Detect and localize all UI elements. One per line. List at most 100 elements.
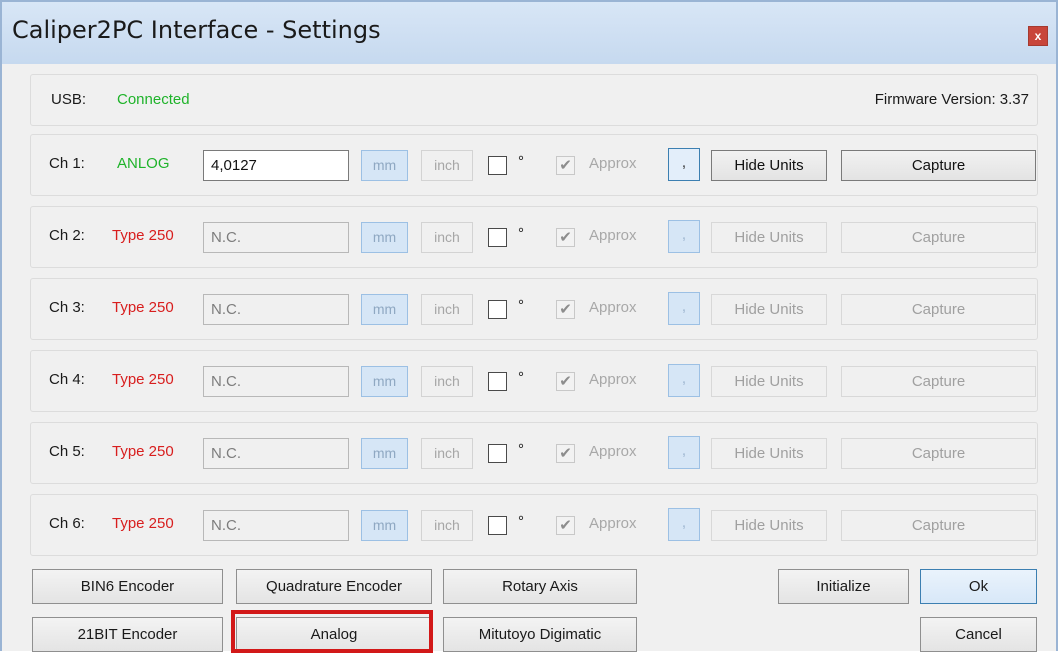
channel-type: Type 250: [112, 227, 174, 244]
close-button[interactable]: x: [1028, 26, 1048, 46]
channel-type: Type 250: [112, 371, 174, 388]
capture-button[interactable]: Capture: [841, 294, 1036, 325]
quadrature-encoder-button[interactable]: Quadrature Encoder: [236, 569, 432, 604]
mm-unit-button[interactable]: mm: [361, 366, 408, 397]
degree-symbol: °: [518, 153, 524, 170]
capture-button[interactable]: Capture: [841, 510, 1036, 541]
checkmark-icon: ✔: [559, 157, 572, 174]
usb-status-panel: USB: Connected Firmware Version: 3.37: [30, 74, 1038, 126]
approx-checkbox[interactable]: ✔: [556, 444, 575, 463]
rotary-axis-button[interactable]: Rotary Axis: [443, 569, 637, 604]
bin6-encoder-button[interactable]: BIN6 Encoder: [32, 569, 223, 604]
degree-checkbox[interactable]: [488, 516, 507, 535]
approx-label: Approx: [589, 515, 637, 532]
initialize-button[interactable]: Initialize: [778, 569, 909, 604]
degree-checkbox[interactable]: [488, 228, 507, 247]
channel-value-field[interactable]: N.C.: [203, 510, 349, 541]
channel-row: Ch 6: Type 250 N.C. mm inch ° ✔ Approx, Hide Uni…: [30, 494, 1038, 556]
hide-units-button[interactable]: Hide Units: [711, 294, 827, 325]
degree-symbol: °: [518, 297, 524, 314]
channel-type: Type 250: [112, 443, 174, 460]
channel-type: Type 250: [112, 515, 174, 532]
channel-value-field[interactable]: N.C.: [203, 222, 349, 253]
degree-symbol: °: [518, 369, 524, 386]
channel-row: Ch 3: Type 250 N.C. mm inch ° ✔ Approx, Hide Uni…: [30, 278, 1038, 340]
mm-unit-button[interactable]: mm: [361, 438, 408, 469]
degree-checkbox[interactable]: [488, 156, 507, 175]
channel-value-field[interactable]: N.C.: [203, 438, 349, 469]
channel-label: Ch 5:: [49, 443, 85, 460]
degree-symbol: °: [518, 441, 524, 458]
decimal-separator-button[interactable]: ,: [668, 508, 700, 541]
degree-symbol: °: [518, 513, 524, 530]
hide-units-button[interactable]: Hide Units: [711, 150, 827, 181]
approx-checkbox[interactable]: ✔: [556, 372, 575, 391]
approx-checkbox[interactable]: ✔: [556, 228, 575, 247]
mm-unit-button[interactable]: mm: [361, 222, 408, 253]
21bit-encoder-button[interactable]: 21BIT Encoder: [32, 617, 223, 652]
degree-checkbox[interactable]: [488, 444, 507, 463]
channel-type: Type 250: [112, 299, 174, 316]
channel-label: Ch 2:: [49, 227, 85, 244]
checkmark-icon: ✔: [559, 445, 572, 462]
settings-window: Caliper2PC Interface - Settings x USB: C…: [0, 0, 1058, 652]
approx-checkbox[interactable]: ✔: [556, 156, 575, 175]
inch-unit-button[interactable]: inch: [421, 366, 473, 397]
decimal-separator-button[interactable]: ,: [668, 292, 700, 325]
channel-label: Ch 3:: [49, 299, 85, 316]
degree-checkbox[interactable]: [488, 300, 507, 319]
approx-checkbox[interactable]: ✔: [556, 300, 575, 319]
inch-unit-button[interactable]: inch: [421, 294, 473, 325]
inch-unit-button[interactable]: inch: [421, 438, 473, 469]
approx-label: Approx: [589, 299, 637, 316]
channel-type: ANLOG: [117, 155, 170, 172]
mitutoyo-digimatic-button[interactable]: Mitutoyo Digimatic: [443, 617, 637, 652]
title-bar: Caliper2PC Interface - Settings x: [2, 2, 1056, 64]
decimal-separator-button[interactable]: ,: [668, 436, 700, 469]
hide-units-button[interactable]: Hide Units: [711, 438, 827, 469]
firmware-version: Firmware Version: 3.37: [874, 91, 1029, 108]
approx-label: Approx: [589, 443, 637, 460]
capture-button[interactable]: Capture: [841, 222, 1036, 253]
decimal-separator-button[interactable]: ,: [668, 220, 700, 253]
capture-button[interactable]: Capture: [841, 366, 1036, 397]
usb-status-value: Connected: [117, 91, 190, 108]
usb-label: USB:: [51, 91, 87, 108]
mm-unit-button[interactable]: mm: [361, 150, 408, 181]
analog-highlight-box: [231, 610, 433, 653]
mm-unit-button[interactable]: mm: [361, 510, 408, 541]
inch-unit-button[interactable]: inch: [421, 222, 473, 253]
channel-row: Ch 4: Type 250 N.C. mm inch ° ✔ Approx, Hide Uni…: [30, 350, 1038, 412]
channel-row: Ch 2: Type 250 N.C. mm inch ° ✔ Approx, Hide Uni…: [30, 206, 1038, 268]
decimal-separator-button[interactable]: ,: [668, 364, 700, 397]
hide-units-button[interactable]: Hide Units: [711, 366, 827, 397]
degree-checkbox[interactable]: [488, 372, 507, 391]
channel-label: Ch 4:: [49, 371, 85, 388]
inch-unit-button[interactable]: inch: [421, 510, 473, 541]
degree-symbol: °: [518, 225, 524, 242]
capture-button[interactable]: Capture: [841, 150, 1036, 181]
channel-label: Ch 1:: [49, 155, 85, 172]
channel-value-field[interactable]: N.C.: [203, 366, 349, 397]
channel-label: Ch 6:: [49, 515, 85, 532]
channel-value-field[interactable]: 4,0127: [203, 150, 349, 181]
channel-row: Ch 1: ANLOG 4,0127 mm inch ° ✔ Approx, Hide Unit…: [30, 134, 1038, 196]
channel-row: Ch 5: Type 250 N.C. mm inch ° ✔ Approx, Hide Uni…: [30, 422, 1038, 484]
checkmark-icon: ✔: [559, 301, 572, 318]
hide-units-button[interactable]: Hide Units: [711, 510, 827, 541]
checkmark-icon: ✔: [559, 229, 572, 246]
ok-button[interactable]: Ok: [920, 569, 1037, 604]
hide-units-button[interactable]: Hide Units: [711, 222, 827, 253]
approx-label: Approx: [589, 227, 637, 244]
checkmark-icon: ✔: [559, 517, 572, 534]
window-title: Caliper2PC Interface - Settings: [12, 16, 381, 44]
decimal-separator-button[interactable]: ,: [668, 148, 700, 181]
channel-value-field[interactable]: N.C.: [203, 294, 349, 325]
capture-button[interactable]: Capture: [841, 438, 1036, 469]
checkmark-icon: ✔: [559, 373, 572, 390]
inch-unit-button[interactable]: inch: [421, 150, 473, 181]
cancel-button[interactable]: Cancel: [920, 617, 1037, 652]
approx-label: Approx: [589, 371, 637, 388]
mm-unit-button[interactable]: mm: [361, 294, 408, 325]
approx-checkbox[interactable]: ✔: [556, 516, 575, 535]
